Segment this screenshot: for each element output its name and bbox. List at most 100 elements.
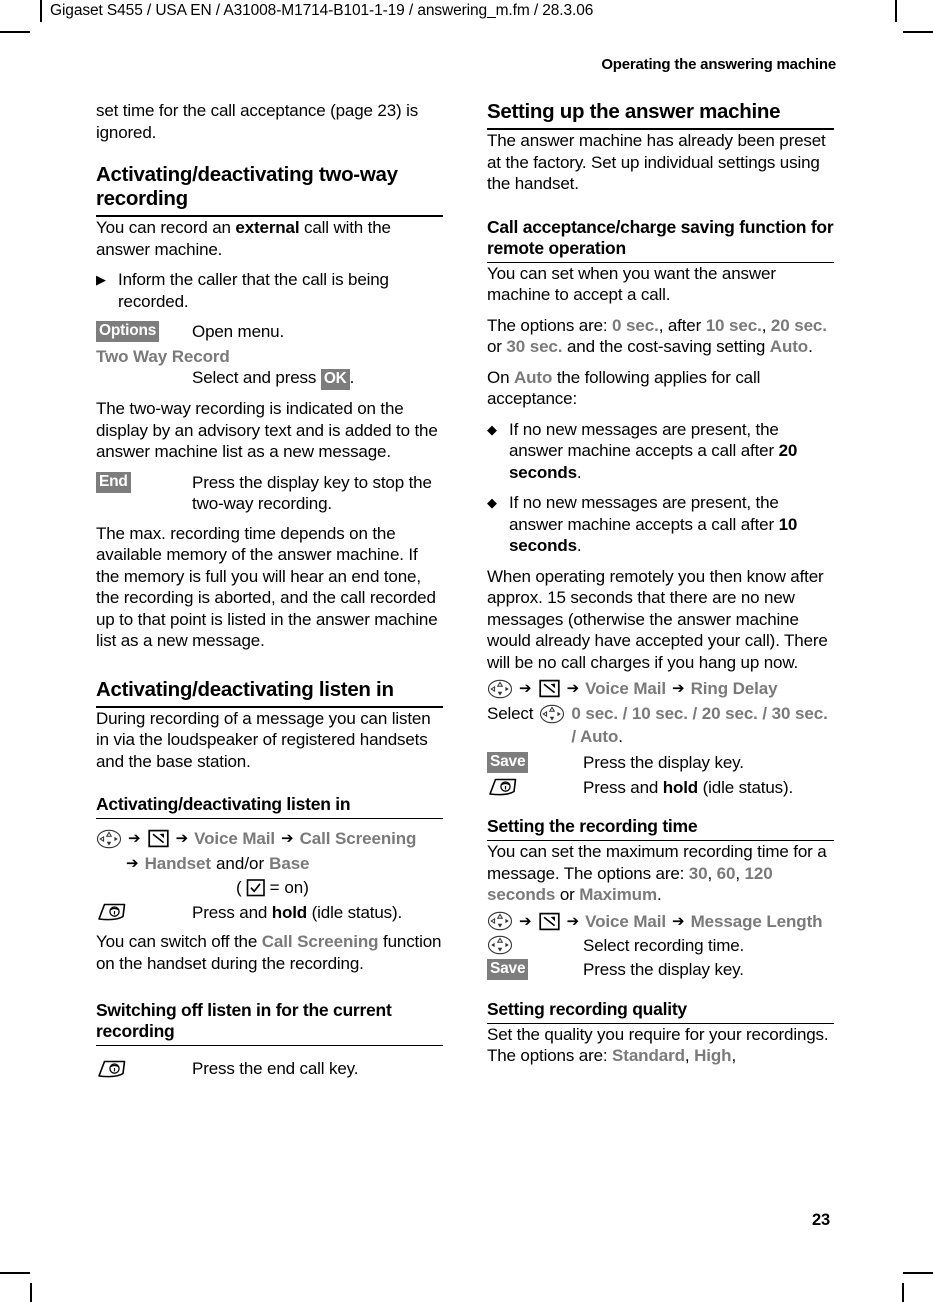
key-cell xyxy=(96,1058,192,1080)
key-cell: Save xyxy=(487,959,583,981)
opt-e: and the cost-saving setting xyxy=(562,337,770,356)
opt-f: . xyxy=(808,337,813,356)
menu-item-two-way-record[interactable]: Two Way Record xyxy=(96,346,443,368)
key-row-end: End Press the display key to stop the tw… xyxy=(96,471,443,515)
heading-two-way-recording: Activating/deactivating two-way recordin… xyxy=(96,163,443,217)
setup-intro-paragraph: The answer machine has already been pres… xyxy=(487,131,826,193)
end-call-key-icon[interactable] xyxy=(487,777,518,797)
crop-mark-bottom-right-v xyxy=(902,1283,904,1302)
navigation-key-icon[interactable] xyxy=(487,935,513,955)
list-item: ◆ If no new messages are present, the an… xyxy=(487,492,834,557)
display-key-end[interactable]: End xyxy=(96,471,131,493)
option-auto[interactable]: Auto xyxy=(770,337,808,356)
option-0-sec[interactable]: 0 sec. xyxy=(612,316,659,335)
option-20-sec[interactable]: 20 sec. xyxy=(771,316,827,335)
key-description: Select recording time. xyxy=(583,935,745,955)
menu-item-call-screening[interactable]: Call Screening xyxy=(262,932,379,951)
two-way-indication-paragraph: The two-way recording is indicated on th… xyxy=(96,399,438,461)
list-item-label: Inform the caller that the call is being… xyxy=(118,270,389,311)
answer-machine-key-icon[interactable] xyxy=(538,912,561,931)
checkbox-checked-icon xyxy=(246,878,266,897)
end-key-desc-bold: hold xyxy=(662,777,699,797)
menu-item-voice-mail[interactable]: Voice Mail xyxy=(585,910,666,933)
ring-delay-options[interactable]: 0 sec. / 10 sec. / 20 sec. / 30 sec. / A… xyxy=(571,704,827,746)
rt-d: or xyxy=(555,885,580,904)
subheading-call-acceptance: Call acceptance/charge saving function f… xyxy=(487,217,834,263)
page-number: 23 xyxy=(812,1211,830,1229)
key-cell: End xyxy=(96,471,192,494)
display-key-save[interactable]: Save xyxy=(487,752,529,774)
call-acceptance-options: The options are: 0 sec., after 10 sec., … xyxy=(487,315,834,358)
option-high[interactable]: High xyxy=(694,1046,731,1065)
option-auto[interactable]: Auto xyxy=(514,368,552,387)
menu-item-message-length[interactable]: Message Length xyxy=(691,910,823,933)
rq-c: , xyxy=(731,1046,737,1065)
two-way-intro-bold: external xyxy=(235,218,300,237)
intro-paragraph: set time for the call acceptance (page 2… xyxy=(96,101,419,142)
recording-time-paragraph: You can set the maximum recording time f… xyxy=(487,841,834,906)
end-key-desc-a: Press and xyxy=(583,777,663,797)
bullet1-a: If no new messages are present, the answ… xyxy=(509,419,779,461)
arrow-icon: ➔ xyxy=(128,830,141,847)
key-description: Press and hold (idle status). xyxy=(192,902,443,924)
key-description: Press the display key. xyxy=(583,753,744,772)
list-item: ▶ Inform the caller that the call is bei… xyxy=(96,269,443,312)
select-press-a: Select and press xyxy=(192,368,321,387)
list-item: ◆ If no new messages are present, the an… xyxy=(487,419,834,484)
bullet2-a: If no new messages are present, the answ… xyxy=(509,493,779,534)
answer-machine-key-icon[interactable] xyxy=(538,679,561,698)
option-30-sec[interactable]: 30 sec. xyxy=(506,337,562,356)
key-row-end-call-hold: Press and hold (idle status). xyxy=(96,902,443,924)
crop-mark-bottom-left-h xyxy=(0,1272,30,1274)
navigation-key-icon[interactable] xyxy=(487,679,513,699)
end-key-desc-b: (idle status). xyxy=(698,777,794,797)
checkbox-on-note: ( = on) xyxy=(236,877,443,899)
end-call-key-icon[interactable] xyxy=(96,902,127,922)
menu-item-base[interactable]: Base xyxy=(269,852,309,875)
end-call-key-icon[interactable] xyxy=(96,1059,127,1079)
end-key-desc-bold: hold xyxy=(271,902,308,922)
auto-a: On xyxy=(487,367,514,387)
menu-item-voice-mail[interactable]: Voice Mail xyxy=(585,677,666,700)
display-key-ok[interactable]: OK xyxy=(320,369,350,390)
navigation-key-icon[interactable] xyxy=(539,704,565,724)
key-cell: Save xyxy=(487,752,583,774)
key-row-save: Save Press the display key. xyxy=(487,959,834,981)
select-ring-delay-row: Select 0 sec. / 10 sec. / 20 sec. / 30 s… xyxy=(487,702,834,748)
bullet1-b: . xyxy=(576,462,582,482)
navigation-key-icon[interactable] xyxy=(487,911,513,931)
opt-d: or xyxy=(487,337,507,356)
arrow-icon: ➔ xyxy=(175,830,189,847)
subheading-recording-quality: Setting recording quality xyxy=(487,999,834,1024)
auto-applies-paragraph: On Auto the following applies for call a… xyxy=(487,367,834,410)
option-10-sec[interactable]: 10 sec. xyxy=(706,316,762,335)
remote-operation-paragraph: When operating remotely you then know af… xyxy=(487,566,828,672)
key-row-options: Options Open menu. xyxy=(96,321,443,343)
crop-mark-top-right-h xyxy=(903,31,933,33)
option-60[interactable]: 60 xyxy=(717,864,736,883)
display-key-save[interactable]: Save xyxy=(487,959,529,981)
menu-item-voice-mail[interactable]: Voice Mail xyxy=(194,827,275,850)
opt-a: The options are: xyxy=(487,315,613,335)
key-cell xyxy=(96,902,192,924)
navigation-key-icon[interactable] xyxy=(96,829,122,849)
menu-item-ring-delay[interactable]: Ring Delay xyxy=(691,677,778,700)
option-standard[interactable]: Standard xyxy=(612,1046,685,1065)
key-description: Press the end call key. xyxy=(192,1059,359,1078)
option-maximum[interactable]: Maximum xyxy=(579,885,657,904)
answer-machine-key-icon[interactable] xyxy=(147,829,170,848)
two-way-intro-a: You can record an xyxy=(96,218,236,237)
menu-item-handset[interactable]: Handset xyxy=(145,852,211,875)
display-key-options[interactable]: Options xyxy=(96,321,160,343)
key-cell xyxy=(487,935,583,957)
key-description: Press the display key. xyxy=(583,960,744,979)
subheading-recording-time: Setting the recording time xyxy=(487,816,834,841)
crop-mark-bottom-right-h xyxy=(903,1272,933,1274)
crop-mark-top-right-v xyxy=(895,0,897,22)
arrow-icon: ➔ xyxy=(519,680,532,697)
key-row-select-recording-time: Select recording time. xyxy=(487,935,834,957)
menu-item-call-screening[interactable]: Call Screening xyxy=(300,827,417,850)
diamond-bullet-icon: ◆ xyxy=(487,421,497,437)
diamond-bullet-icon: ◆ xyxy=(487,495,497,510)
option-30[interactable]: 30 xyxy=(689,864,708,883)
